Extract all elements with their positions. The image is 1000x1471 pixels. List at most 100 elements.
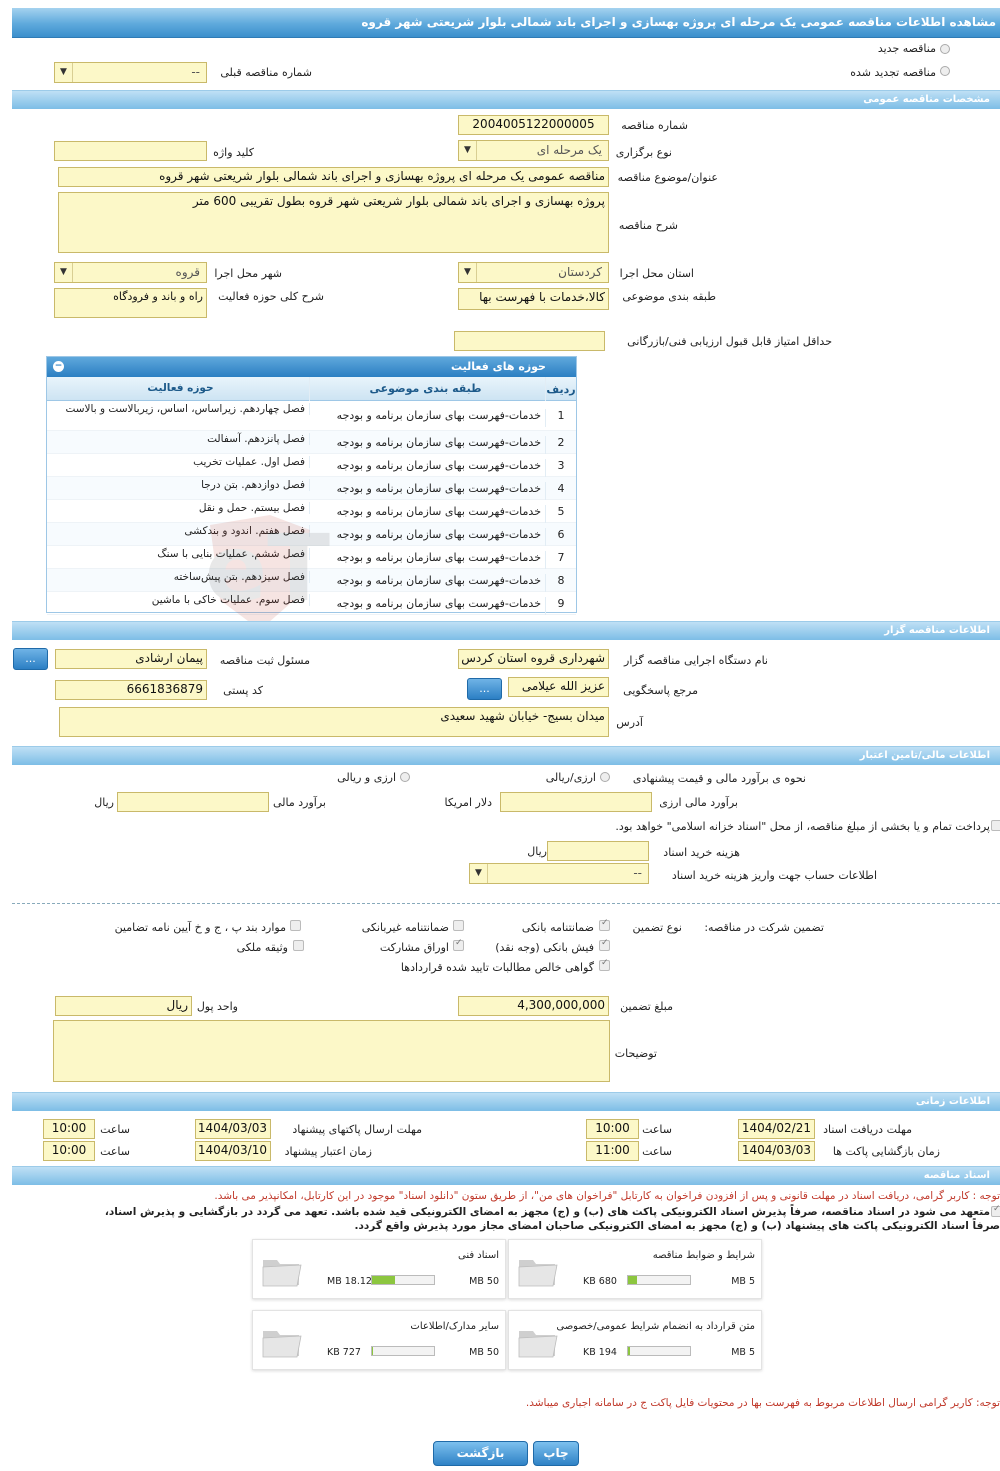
opening-time: 11:00 xyxy=(586,1141,639,1161)
submit-deadline-date: 1404/03/03 xyxy=(195,1119,271,1139)
bonds-checkbox[interactable] xyxy=(453,938,464,951)
guarantee-type-label: نوع تضمین xyxy=(632,921,682,934)
commitment-line1: متعهد می شود در اسناد مناقصه، صرفاً پذیر… xyxy=(104,1206,990,1218)
tender-title-label: عنوان/موضوع مناقصه xyxy=(617,171,718,184)
page-title-bar: مشاهده اطلاعات مناقصه عمومی یک مرحله ای … xyxy=(12,8,1000,38)
clauses-checkbox[interactable] xyxy=(290,920,301,931)
category-label: طبقه بندی موضوعی xyxy=(622,290,716,303)
row-category: خدمات-فهرست بهای سازمان برنامه و بودجه xyxy=(310,505,546,523)
table-row[interactable]: 7 خدمات-فهرست بهای سازمان برنامه و بودجه ف… xyxy=(47,546,576,569)
row-field: فصل دوازدهم. بتن درجا xyxy=(56,479,310,491)
city-value: قروه xyxy=(175,265,200,279)
guarantee-notes-label: توضیحات xyxy=(614,1047,657,1060)
doc-fee-unit: ریال xyxy=(527,845,547,858)
submit-deadline-time-label: ساعت xyxy=(100,1123,130,1136)
print-button[interactable]: چاپ xyxy=(533,1441,579,1466)
row-field: فصل ششم. عملیات بنایی با سنگ xyxy=(56,548,310,560)
keyword-label: کلید واژه xyxy=(213,146,254,159)
tender-title-field: مناقصه عمومی یک مرحله ای پروژه بهسازی و … xyxy=(58,167,609,187)
document-file-card[interactable]: متن قرارداد به انضمام شرایط عمومی/خصوصی 5… xyxy=(508,1310,762,1370)
file-name: سایر مدارک/اطلاعات xyxy=(410,1321,499,1332)
activity-grid-title: حوزه های فعالیت xyxy=(451,360,546,373)
row-field: فصل پانزدهم. آسفالت xyxy=(56,433,310,445)
file-size: 18.12 MB xyxy=(327,1276,372,1287)
account-value: -- xyxy=(633,866,642,880)
commitment-line2: صرفاً اسناد الکترونیکی پاکت های پیشنهاد … xyxy=(354,1220,1000,1232)
table-row[interactable]: 8 خدمات-فهرست بهای سازمان برنامه و بودجه ف… xyxy=(47,569,576,592)
registrar-label: مسئول ثبت مناقصه xyxy=(219,654,310,667)
table-row[interactable]: 9 خدمات-فهرست بهای سازمان برنامه و بودجه ف… xyxy=(47,592,576,615)
fx-estimate-label: برآورد مالی ارزی xyxy=(659,796,738,809)
file-max-size: 50 MB xyxy=(469,1276,499,1287)
treasury-checkbox[interactable] xyxy=(991,820,1000,831)
divider xyxy=(12,903,1000,904)
bank-receipt-checkbox[interactable] xyxy=(599,938,610,951)
city-select[interactable]: قروه ▼ xyxy=(54,262,207,283)
finance-section-title: اطلاعات مالی/تامین اعتبار xyxy=(859,750,990,761)
row-category: خدمات-فهرست بهای سازمان برنامه و بودجه xyxy=(310,459,546,477)
back-button[interactable]: بازگشت xyxy=(433,1441,528,1466)
row-field: فصل سوم. عملیات خاکی با ماشین xyxy=(56,594,310,606)
table-row[interactable]: 4 خدمات-فهرست بهای سازمان برنامه و بودجه ف… xyxy=(47,477,576,500)
renewed-tender-radio[interactable] xyxy=(940,66,950,76)
file-max-size: 5 MB xyxy=(731,1276,755,1287)
chevron-down-icon: ▼ xyxy=(470,864,488,883)
row-category: خدمات-فهرست بهای سازمان برنامه و بودجه xyxy=(310,436,546,454)
row-number: 2 xyxy=(557,436,565,449)
file-progress-fill xyxy=(628,1347,631,1355)
table-row[interactable]: 1 خدمات-فهرست بهای سازمان برنامه و بودجه ف… xyxy=(47,401,576,431)
table-row[interactable]: 5 خدمات-فهرست بهای سازمان برنامه و بودجه ف… xyxy=(47,500,576,523)
estimate-field xyxy=(117,792,269,812)
documents-section-title: اسناد مناقصه xyxy=(923,1170,990,1181)
guarantee-amount-field: 4,300,000,000 xyxy=(458,996,609,1016)
column-header-category[interactable]: طبقه بندی موضوعی xyxy=(310,377,546,401)
column-header-field[interactable]: حوزه فعالیت xyxy=(56,377,310,401)
holding-type-select[interactable]: یک مرحله ای ▼ xyxy=(458,140,609,161)
new-tender-radio[interactable] xyxy=(940,44,950,54)
keyword-field[interactable] xyxy=(54,141,207,161)
previous-number-select[interactable]: -- ▼ xyxy=(54,62,207,83)
file-name: اسناد فنی xyxy=(458,1250,499,1261)
bank-guarantee-checkbox[interactable] xyxy=(599,918,610,931)
column-header-row: ردیف xyxy=(546,383,576,396)
doc-fee-field xyxy=(547,841,649,861)
previous-number-value: -- xyxy=(191,65,200,79)
currency-unit-label: واحد پول xyxy=(196,1000,238,1013)
receivables-checkbox[interactable] xyxy=(599,958,610,971)
price-list-notice: توجه: کاربر گرامی ارسال اطلاعات مربوط به… xyxy=(525,1397,1000,1409)
currency-and-rial-radio[interactable] xyxy=(400,772,410,782)
document-file-card[interactable]: شرایط و ضوابط مناقصه 5 MB 680 KB xyxy=(508,1239,762,1299)
submit-deadline-time: 10:00 xyxy=(43,1119,95,1139)
document-file-card[interactable]: اسناد فنی 50 MB 18.12 MB xyxy=(252,1239,506,1299)
responder-lookup-button[interactable]: ... xyxy=(467,678,502,700)
estimate-unit-label: ریال xyxy=(94,796,114,809)
table-row[interactable]: 3 خدمات-فهرست بهای سازمان برنامه و بودجه ف… xyxy=(47,454,576,477)
page-title: مشاهده اطلاعات مناقصه عمومی یک مرحله ای … xyxy=(361,15,996,29)
property-checkbox[interactable] xyxy=(293,940,304,951)
province-select[interactable]: کردستان ▼ xyxy=(458,262,609,283)
fx-estimate-field xyxy=(500,792,652,812)
collapse-icon[interactable]: − xyxy=(53,361,64,372)
province-label: استان محل اجرا xyxy=(619,267,694,280)
table-row[interactable]: 6 خدمات-فهرست بهای سازمان برنامه و بودجه ف… xyxy=(47,523,576,546)
receivables-label: گواهی خالص مطالبات تایید شده قراردادها xyxy=(400,961,594,974)
file-size: 680 KB xyxy=(583,1276,617,1287)
org-name-field: شهرداری قروه استان کردس xyxy=(458,649,609,669)
opening-date: 1404/03/03 xyxy=(738,1141,815,1161)
row-category: خدمات-فهرست بهای سازمان برنامه و بودجه xyxy=(310,528,546,546)
document-file-card[interactable]: سایر مدارک/اطلاعات 50 MB 727 KB xyxy=(252,1310,506,1370)
postal-code-field: 6661836879 xyxy=(55,680,207,700)
file-max-size: 5 MB xyxy=(731,1347,755,1358)
registrar-lookup-button[interactable]: ... xyxy=(13,648,48,670)
bonds-label: اوراق مشارکت xyxy=(379,941,449,954)
clauses-label: موارد بند پ ، ج و خ آیین نامه تضامین xyxy=(114,921,286,934)
non-bank-guarantee-checkbox[interactable] xyxy=(453,920,464,931)
table-row[interactable]: 2 خدمات-فهرست بهای سازمان برنامه و بودجه ف… xyxy=(47,431,576,454)
bank-guarantee-label: ضمانتنامه بانکی xyxy=(521,921,594,934)
account-select[interactable]: -- ▼ xyxy=(469,863,649,884)
currency-and-rial-label: ارزی و ریالی xyxy=(337,771,396,784)
holding-type-label: نوع برگزاری xyxy=(615,146,672,159)
row-number: 8 xyxy=(557,574,565,587)
currency-rial-radio[interactable] xyxy=(600,772,610,782)
finance-section-header: اطلاعات مالی/تامین اعتبار xyxy=(12,746,1000,765)
